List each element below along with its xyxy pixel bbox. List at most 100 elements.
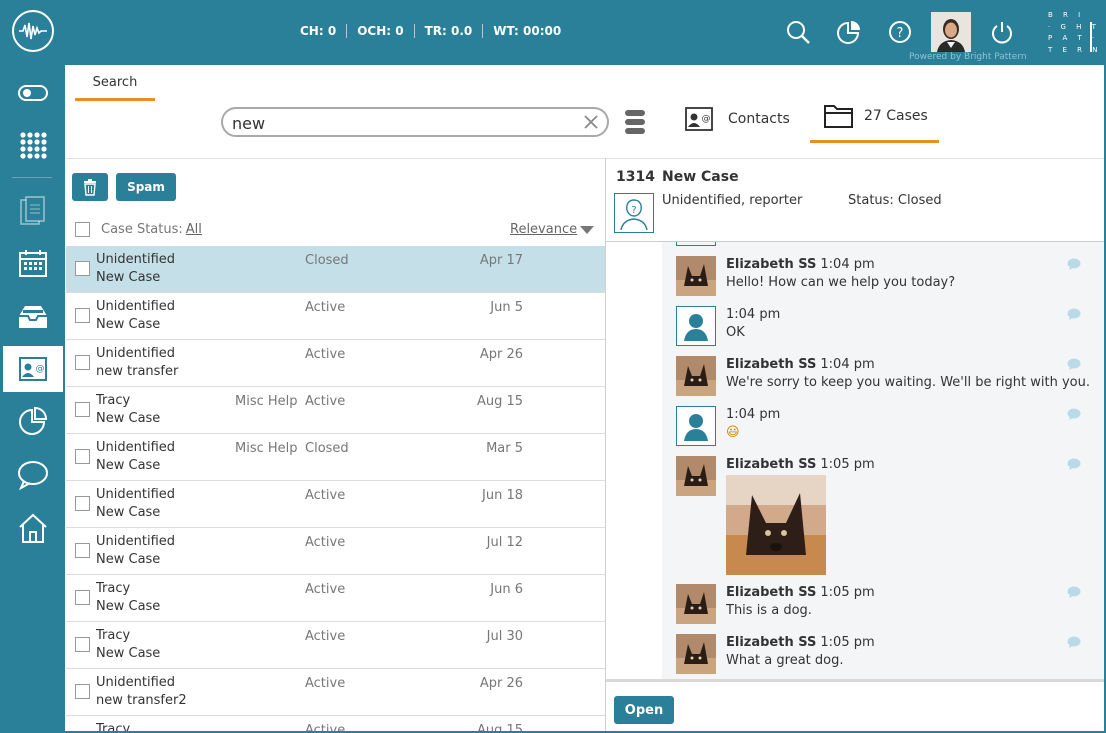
- home-icon[interactable]: [0, 505, 65, 551]
- power-icon[interactable]: [988, 18, 1016, 46]
- sort-dropdown-icon[interactable]: [580, 226, 594, 234]
- row-checkbox[interactable]: [75, 308, 90, 323]
- row-checkbox[interactable]: [75, 637, 90, 652]
- tab-contacts-label: Contacts: [728, 111, 790, 127]
- message-text: This is a dog.: [726, 603, 812, 618]
- agent-avatar[interactable]: [931, 12, 971, 52]
- help-icon[interactable]: ?: [886, 18, 914, 46]
- reports-pie-icon[interactable]: [0, 399, 65, 445]
- left-sidebar: @: [0, 65, 65, 733]
- unknown-contact-icon: ?: [614, 193, 654, 233]
- tab-search[interactable]: Search: [75, 74, 155, 101]
- case-contact-name: Unidentified: [96, 346, 176, 361]
- dashboard-chart-icon[interactable]: [835, 18, 863, 46]
- chat-footer-divider: [606, 679, 1106, 682]
- search-options-menu-icon[interactable]: [625, 110, 645, 134]
- documents-icon[interactable]: [0, 188, 65, 234]
- agent-dog-avatar: [676, 356, 716, 396]
- user-avatar-icon: [676, 406, 716, 446]
- message-text: What a great dog.: [726, 653, 844, 668]
- inbox-icon[interactable]: [0, 293, 65, 339]
- case-subject: New Case: [96, 505, 161, 520]
- case-subject: new transfer: [96, 364, 179, 379]
- case-status: Active: [305, 535, 346, 550]
- table-row[interactable]: Unidentified New Case Misc Help Closed M…: [66, 434, 605, 481]
- open-case-button[interactable]: Open: [614, 696, 674, 724]
- case-list: Unidentified New Case Closed Apr 17 Unid…: [66, 246, 605, 733]
- availability-toggle-icon[interactable]: [0, 70, 65, 116]
- svg-text:?: ?: [631, 205, 636, 216]
- tab-cases[interactable]: 27 Cases: [810, 102, 939, 143]
- case-contact-name: Unidentified: [96, 252, 176, 267]
- metric-tr: TR: 0.0: [413, 24, 483, 38]
- sort-relevance-link[interactable]: Relevance: [510, 222, 577, 237]
- message-bubble-icon: [1067, 586, 1081, 598]
- table-row[interactable]: Unidentified New Case Active Jun 18: [66, 481, 605, 528]
- row-checkbox[interactable]: [75, 402, 90, 417]
- row-checkbox[interactable]: [75, 261, 90, 276]
- message-text: We're sorry to keep you waiting. We'll b…: [726, 375, 1090, 390]
- case-status: Active: [305, 582, 346, 597]
- search-input[interactable]: [232, 113, 572, 133]
- case-detail-status: Status: Closed: [848, 193, 942, 208]
- case-status: Active: [305, 629, 346, 644]
- dialpad-icon[interactable]: [0, 122, 65, 168]
- case-detail-header: 1314 New Case ? Unidentified, reporter S…: [606, 159, 1106, 241]
- delete-button[interactable]: [72, 173, 108, 201]
- case-date: Jul 12: [486, 535, 523, 550]
- case-date: Apr 26: [479, 676, 523, 691]
- app-logo: [12, 10, 54, 52]
- powered-by-label: Powered by Bright Pattern: [909, 52, 1027, 62]
- calendar-icon[interactable]: [0, 240, 65, 286]
- case-status-filter: Case Status: All: [101, 222, 202, 237]
- contacts-directory-icon[interactable]: @: [3, 346, 63, 392]
- table-row[interactable]: Tracy New Case Active Jul 30: [66, 622, 605, 669]
- row-checkbox[interactable]: [75, 449, 90, 464]
- table-row[interactable]: Tracy New Case Active Jun 6: [66, 575, 605, 622]
- status-filter-link[interactable]: All: [186, 222, 202, 237]
- message-bubble-icon: [1067, 458, 1081, 470]
- agent-dog-avatar: [676, 256, 716, 296]
- table-row[interactable]: Tracy New Case Misc Help Active Aug 15: [66, 387, 605, 434]
- waveform-icon: [19, 22, 47, 40]
- case-contact-name: Unidentified: [96, 675, 176, 690]
- dog-photo-attachment[interactable]: [726, 475, 826, 575]
- chat-transcript[interactable]: Elizabeth SS 1:04 pm Hello! How can we he…: [606, 241, 1106, 679]
- row-checkbox[interactable]: [75, 684, 90, 699]
- table-row[interactable]: Unidentified New Case Active Jul 12: [66, 528, 605, 575]
- tab-contacts[interactable]: @ Contacts: [684, 104, 790, 134]
- case-status: Active: [305, 347, 346, 362]
- table-row[interactable]: Unidentified new transfer2 Active Apr 26: [66, 669, 605, 716]
- agent-dog-avatar: [676, 634, 716, 674]
- search-icon[interactable]: [784, 18, 812, 46]
- case-contact-name: Unidentified: [96, 487, 176, 502]
- row-checkbox[interactable]: [75, 496, 90, 511]
- search-box: [221, 107, 609, 137]
- row-checkbox[interactable]: [75, 543, 90, 558]
- table-row[interactable]: Unidentified new transfer Active Apr 26: [66, 340, 605, 387]
- chat-bubble-icon[interactable]: [0, 452, 65, 498]
- select-all-checkbox[interactable]: [75, 222, 90, 237]
- previous-avatar-edge: [676, 242, 716, 246]
- table-row[interactable]: Unidentified New Case Closed Apr 17: [66, 246, 605, 293]
- case-date: Jun 5: [490, 300, 523, 315]
- case-date: Mar 5: [486, 441, 523, 456]
- case-subject: New Case: [96, 552, 161, 567]
- table-row[interactable]: Unidentified New Case Active Jun 5: [66, 293, 605, 340]
- spam-button[interactable]: Spam: [116, 173, 176, 201]
- case-list-header: Case Status: All Relevance: [66, 216, 605, 246]
- agent-dog-avatar: [676, 456, 716, 496]
- contacts-card-icon: @: [685, 107, 713, 131]
- smiley-emoji-icon: 😃: [726, 425, 740, 440]
- row-checkbox[interactable]: [75, 590, 90, 605]
- case-id: 1314: [616, 169, 655, 185]
- svg-text:@: @: [702, 114, 711, 124]
- sidebar-divider: [12, 177, 52, 178]
- case-subject: New Case: [96, 646, 161, 661]
- row-checkbox[interactable]: [75, 355, 90, 370]
- clear-search-icon[interactable]: [583, 114, 599, 130]
- trash-icon: [84, 179, 96, 196]
- metric-ch: CH: 0: [300, 24, 337, 38]
- case-date: Apr 26: [479, 347, 523, 362]
- folder-icon: [824, 105, 853, 128]
